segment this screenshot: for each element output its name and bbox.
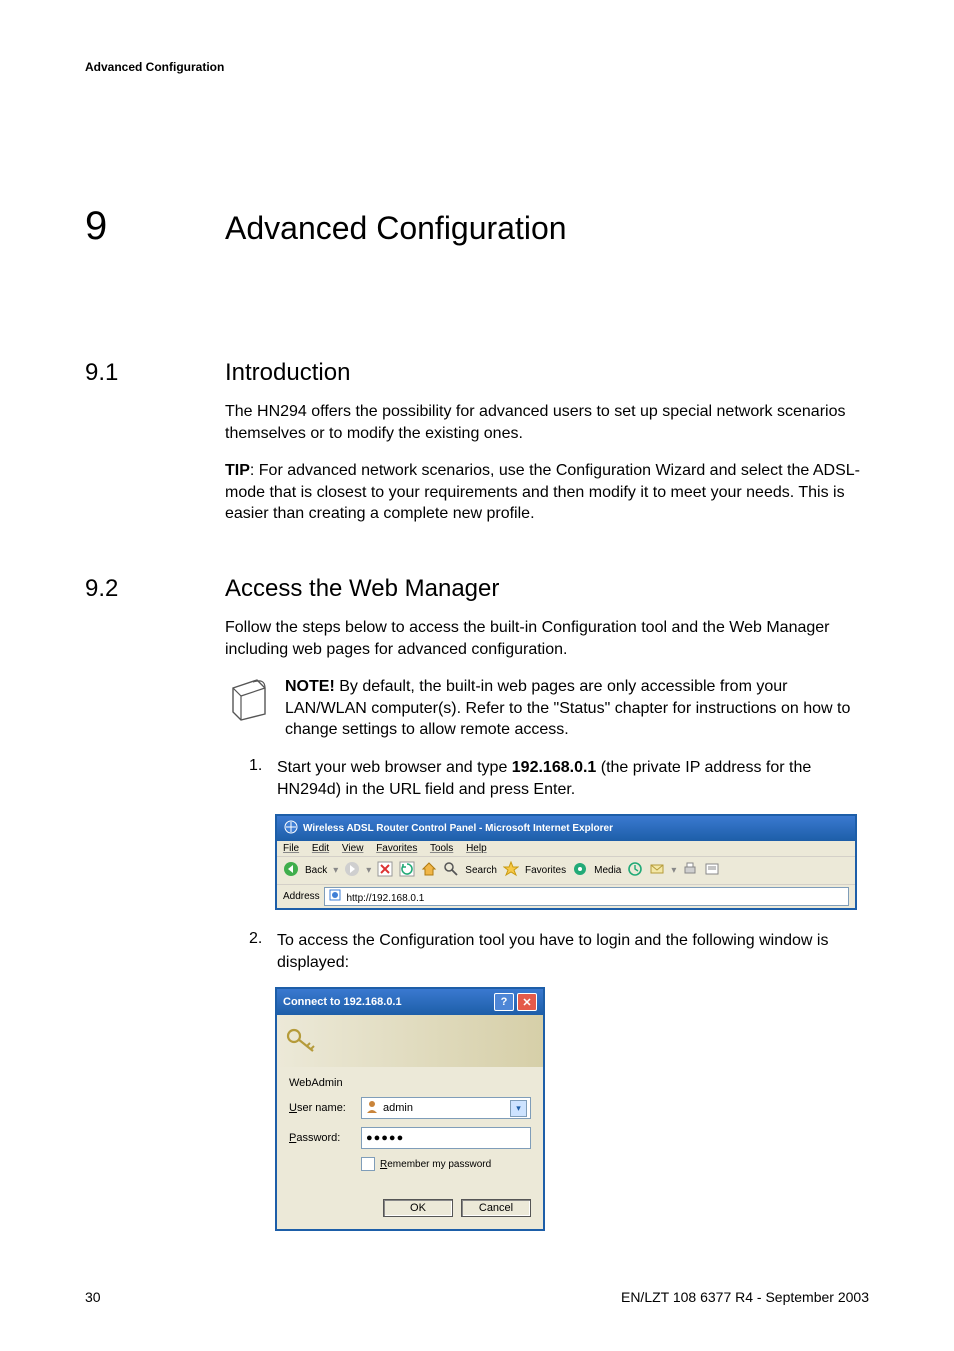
remember-checkbox[interactable] bbox=[361, 1157, 375, 1171]
list-number: 1. bbox=[249, 757, 277, 800]
favorites-icon[interactable] bbox=[503, 861, 519, 880]
search-icon[interactable] bbox=[443, 861, 459, 880]
forward-button[interactable] bbox=[344, 861, 360, 880]
edit-icon[interactable] bbox=[704, 861, 720, 880]
browser-window-figure: Wireless ADSL Router Control Panel - Mic… bbox=[275, 814, 857, 910]
window-title: Wireless ADSL Router Control Panel - Mic… bbox=[303, 823, 613, 834]
menu-tools[interactable]: Tools bbox=[430, 843, 453, 854]
window-titlebar: Wireless ADSL Router Control Panel - Mic… bbox=[277, 816, 855, 841]
password-label: Password: bbox=[289, 1132, 361, 1144]
note-label: NOTE! bbox=[285, 678, 335, 695]
media-label[interactable]: Media bbox=[594, 865, 621, 876]
page-icon bbox=[329, 893, 344, 904]
dialog-banner bbox=[277, 1015, 543, 1067]
tip-text: : For advanced network scenarios, use th… bbox=[225, 462, 860, 522]
note-text: NOTE! By default, the built-in web pages… bbox=[285, 676, 869, 741]
list-item: Start your web browser and type 192.168.… bbox=[277, 757, 869, 800]
page-number: 30 bbox=[85, 1289, 101, 1305]
dialog-titlebar: Connect to 192.168.0.1 ? ✕ bbox=[277, 989, 543, 1015]
close-button[interactable]: ✕ bbox=[517, 993, 537, 1011]
document-id: EN/LZT 108 6377 R4 - September 2003 bbox=[621, 1289, 869, 1305]
note-body: By default, the built-in web pages are o… bbox=[285, 678, 850, 738]
section-title: Introduction bbox=[225, 359, 350, 387]
dropdown-icon[interactable]: ▾ bbox=[510, 1100, 527, 1117]
username-label: User name: bbox=[289, 1102, 361, 1114]
refresh-icon[interactable] bbox=[399, 861, 415, 880]
login-dialog-figure: Connect to 192.168.0.1 ? ✕ WebAdmin User… bbox=[275, 987, 545, 1231]
list-item: To access the Configuration tool you hav… bbox=[277, 930, 869, 973]
ok-button[interactable]: OK bbox=[383, 1199, 453, 1217]
note-icon bbox=[225, 676, 271, 722]
realm-label: WebAdmin bbox=[289, 1077, 531, 1089]
ie-icon bbox=[283, 819, 299, 838]
back-label[interactable]: Back bbox=[305, 865, 327, 876]
paragraph: Follow the steps below to access the bui… bbox=[225, 617, 869, 660]
user-icon bbox=[365, 1100, 379, 1117]
chapter-number: 9 bbox=[85, 204, 225, 249]
username-value: admin bbox=[383, 1102, 413, 1114]
password-value: ●●●●● bbox=[366, 1132, 404, 1144]
media-icon[interactable] bbox=[572, 861, 588, 880]
menu-help[interactable]: Help bbox=[466, 843, 487, 854]
tip-paragraph: TIP: For advanced network scenarios, use… bbox=[225, 460, 869, 525]
dialog-title: Connect to 192.168.0.1 bbox=[283, 996, 402, 1008]
menu-file[interactable]: File bbox=[283, 843, 299, 854]
chapter-title: Advanced Configuration bbox=[225, 210, 567, 247]
running-header: Advanced Configuration bbox=[85, 60, 869, 74]
history-icon[interactable] bbox=[627, 861, 643, 880]
ip-address: 192.168.0.1 bbox=[512, 759, 597, 776]
home-icon[interactable] bbox=[421, 861, 437, 880]
username-field[interactable]: admin ▾ bbox=[361, 1097, 531, 1119]
menu-view[interactable]: View bbox=[342, 843, 364, 854]
list-number: 2. bbox=[249, 930, 277, 973]
address-value: http://192.168.0.1 bbox=[346, 893, 424, 904]
back-button[interactable] bbox=[283, 861, 299, 880]
address-input[interactable]: http://192.168.0.1 bbox=[324, 887, 849, 906]
mail-icon[interactable] bbox=[649, 861, 665, 880]
remember-label: Remember my password bbox=[380, 1159, 491, 1170]
menu-favorites[interactable]: Favorites bbox=[376, 843, 417, 854]
toolbar: Back ▾ ▾ Search Favorites bbox=[277, 856, 855, 884]
search-label[interactable]: Search bbox=[465, 865, 497, 876]
menu-edit[interactable]: Edit bbox=[312, 843, 329, 854]
tip-label: TIP bbox=[225, 462, 250, 479]
help-button[interactable]: ? bbox=[494, 993, 514, 1011]
stop-icon[interactable] bbox=[377, 861, 393, 880]
address-bar: Address http://192.168.0.1 bbox=[277, 884, 855, 908]
favorites-label[interactable]: Favorites bbox=[525, 865, 566, 876]
paragraph: The HN294 offers the possibility for adv… bbox=[225, 401, 869, 444]
cancel-button[interactable]: Cancel bbox=[461, 1199, 531, 1217]
password-field[interactable]: ●●●●● bbox=[361, 1127, 531, 1149]
print-icon[interactable] bbox=[682, 861, 698, 880]
section-number: 9.2 bbox=[85, 575, 225, 603]
section-number: 9.1 bbox=[85, 359, 225, 387]
section-title: Access the Web Manager bbox=[225, 575, 499, 603]
menu-bar[interactable]: File Edit View Favorites Tools Help bbox=[277, 841, 855, 856]
address-label: Address bbox=[283, 891, 320, 902]
keys-icon bbox=[285, 1025, 317, 1057]
